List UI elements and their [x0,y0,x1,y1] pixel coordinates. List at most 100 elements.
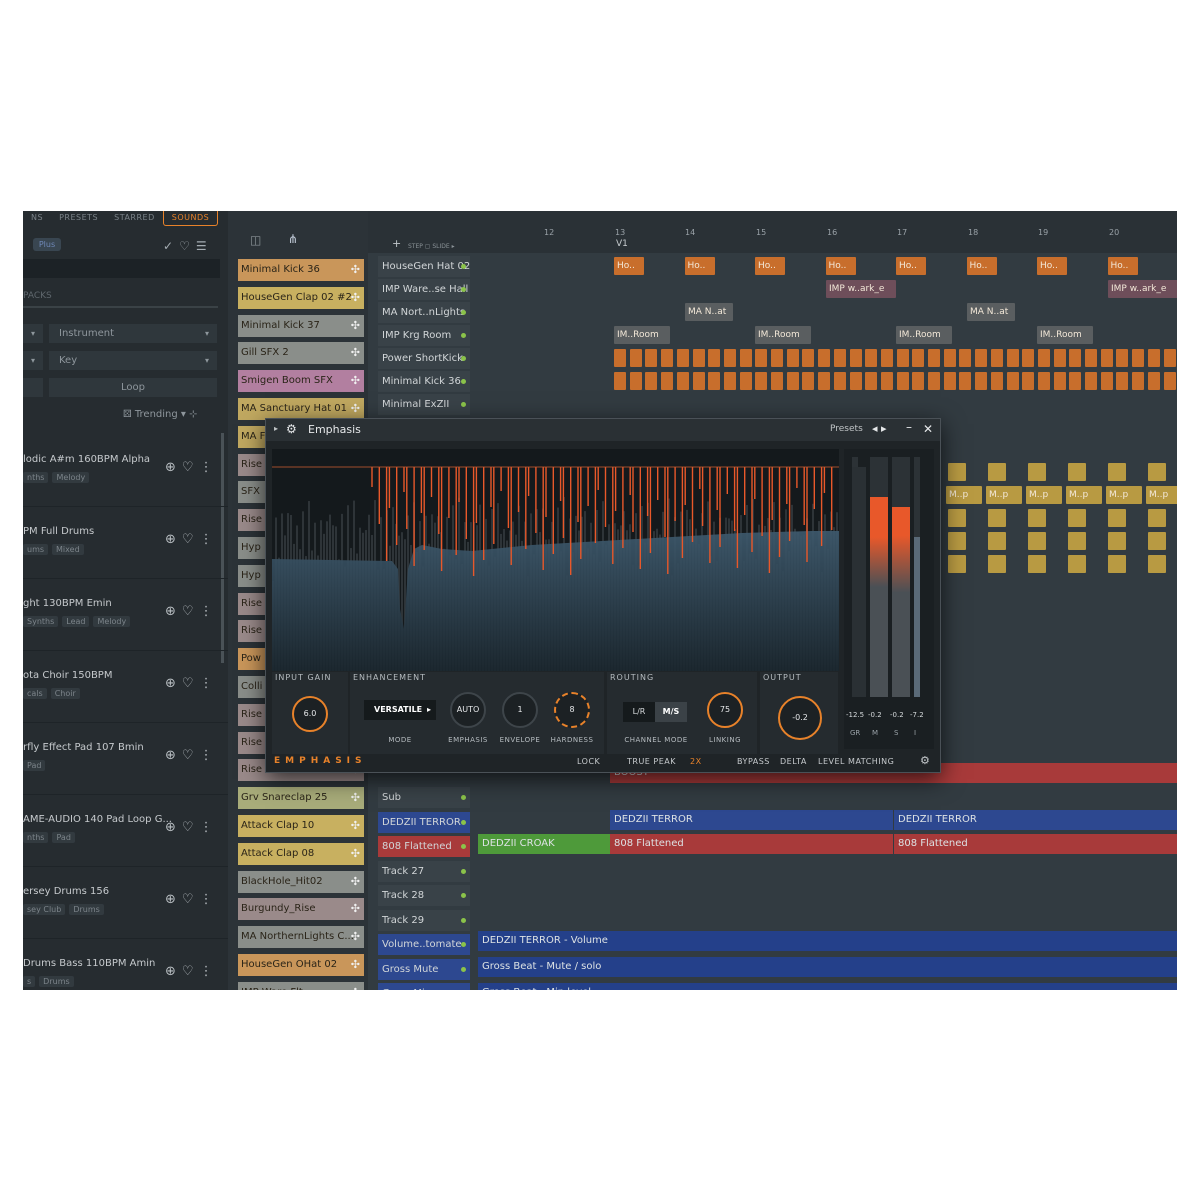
pattern-clip[interactable] [865,372,878,390]
pattern-clip[interactable] [1148,532,1166,550]
add-icon[interactable]: ⊕ [165,820,176,835]
waveform-icon[interactable]: ✣ [351,315,360,337]
more-icon[interactable]: ⋮ [200,820,213,835]
sound-item[interactable]: ersey Drums 156 sey Club Drums ⊕ ♡ ⋮ [23,868,228,939]
pattern-clip[interactable] [912,349,925,367]
channel-mode-ms[interactable]: M/S [655,702,687,722]
pattern-clip[interactable] [771,372,783,390]
tab-packs[interactable]: NS [23,211,51,226]
channel-button[interactable]: BlackHole_Hit02 ✣ [238,870,364,893]
pattern-clip[interactable] [1108,509,1126,527]
terror-clip[interactable]: DEDZII TERROR [610,810,893,830]
track-led[interactable] [461,356,466,361]
grid-icon[interactable]: ◫ [250,233,261,247]
track-led[interactable] [461,264,466,269]
pattern-clip[interactable] [1116,372,1129,390]
sound-tag[interactable]: s [23,976,36,987]
channel-button[interactable]: Grv Snareclap 25 ✣ [238,787,364,810]
pattern-clip[interactable] [802,349,815,367]
waveform-icon[interactable]: ✣ [351,926,360,948]
pattern-clip[interactable] [1028,555,1046,573]
track-led[interactable] [461,844,466,849]
add-icon[interactable]: ⊕ [165,676,176,691]
waveform-icon[interactable]: ✣ [351,871,360,893]
track-header[interactable]: 808 Flattened [378,836,470,857]
pattern-clip[interactable] [614,372,626,390]
waveform-icon[interactable]: ✣ [351,954,360,976]
pattern-clip[interactable]: Ho.. [1107,257,1138,275]
tab-sounds[interactable]: SOUNDS [162,211,219,226]
pattern-clip[interactable] [880,349,893,367]
track-led[interactable] [461,942,466,947]
pattern-clip[interactable]: IM..Room [614,326,670,344]
track-led[interactable] [461,917,466,923]
pattern-clip[interactable] [1148,555,1166,573]
pattern-clip[interactable] [755,372,768,390]
trending-sort[interactable]: ⚄ Trending ▾ ⊹ [123,409,198,420]
sound-tag[interactable]: cals [23,688,47,699]
channel-button[interactable]: HouseGen Clap 02 #2 ✣ [238,286,364,309]
channel-mode-lr[interactable]: L/R [623,702,655,722]
track-header[interactable]: HouseGen Hat 02 [378,256,470,277]
pattern-clip[interactable]: MA N..at [685,303,733,321]
channel-button[interactable]: Minimal Kick 36 ✣ [238,259,364,281]
channel-button[interactable]: MA Sanctuary Hat 01 ✣ [238,398,364,420]
pattern-clip[interactable] [818,349,831,367]
pattern-clip[interactable] [692,349,705,367]
pattern-clip[interactable]: M..p [1146,486,1177,504]
pattern-clip[interactable] [1006,372,1019,390]
sound-tag[interactable]: ums [23,544,49,555]
pattern-clip[interactable] [645,349,658,367]
arrow-right-icon[interactable]: ▸ [881,422,887,435]
pattern-clip[interactable]: Ho.. [755,257,785,275]
channel-button[interactable]: Smigen Boom SFX ✣ [238,370,364,393]
instrument-dropdown[interactable]: Instrument ▾ [49,324,217,343]
track-header[interactable]: Track 28 [378,885,470,906]
pattern-clip[interactable] [1108,463,1126,481]
sound-item[interactable]: ota Choir 150BPM cals Choir ⊕ ♡ ⋮ [23,652,228,723]
pattern-clip[interactable] [975,349,988,367]
pattern-clip[interactable] [1068,532,1086,550]
pattern-clip[interactable] [645,372,658,390]
envelope-knob[interactable]: 1 [502,692,538,728]
menu-icon[interactable]: ☰ [196,239,207,253]
pattern-clip[interactable] [755,349,768,367]
track-led[interactable] [461,893,466,898]
track-led[interactable] [461,966,466,972]
pattern-clip[interactable] [975,372,988,390]
waveform-icon[interactable]: ✣ [351,815,360,837]
tab-starred[interactable]: STARRED [106,211,163,226]
bypass-button[interactable]: BYPASS [737,757,770,766]
pattern-clip[interactable] [1100,372,1113,390]
pattern-clip[interactable] [708,372,721,390]
more-icon[interactable]: ⋮ [200,964,213,979]
pattern-clip[interactable] [818,372,831,390]
track-led[interactable] [461,287,466,292]
track-header[interactable]: Volume..tomate [378,934,470,955]
heart-icon[interactable]: ♡ [182,820,194,835]
pattern-clip[interactable]: IM..Room [896,326,952,344]
pattern-clip[interactable] [959,372,972,390]
pattern-clip[interactable] [943,349,956,367]
step-slide-toggle[interactable]: STEP ▢ SLIDE ▸ [408,243,455,250]
heart-icon[interactable]: ♡ [179,239,190,253]
arrow-left-icon[interactable]: ◂ [872,422,878,435]
add-icon[interactable]: ⊕ [165,604,176,619]
output-knob[interactable]: -0.2 [778,696,822,740]
croak-clip[interactable]: DEDZII CROAK [478,834,610,854]
pattern-clip[interactable] [802,372,815,390]
linking-knob[interactable]: 75 [707,692,743,728]
pattern-clip[interactable] [1068,555,1086,573]
pattern-clip[interactable] [896,372,909,390]
pattern-clip[interactable]: IMP w..ark_e [826,280,896,298]
pattern-clip[interactable] [880,372,893,390]
sound-tag[interactable]: Pad [23,760,46,771]
pattern-clip[interactable] [1068,463,1086,481]
pattern-clip[interactable] [988,532,1006,550]
heart-icon[interactable]: ♡ [182,892,194,907]
flattened-clip[interactable]: 808 Flattened [894,834,1177,854]
pattern-clip[interactable] [1085,372,1097,390]
waveform-icon[interactable]: ⋔ [288,232,298,246]
automation-clip[interactable]: Gross Beat - Min level [478,983,1177,990]
pattern-clip[interactable]: Ho.. [614,257,644,275]
